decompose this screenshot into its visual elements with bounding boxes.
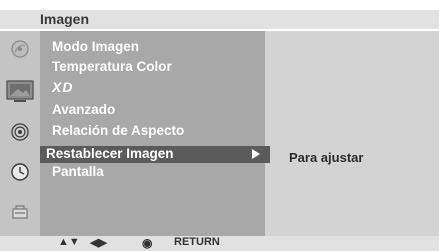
category-sidebar xyxy=(0,31,40,236)
menu-item-restablecer-imagen[interactable]: Restablecer Imagen xyxy=(40,146,270,163)
submenu-panel xyxy=(265,31,439,236)
menu-item-pantalla[interactable]: Pantalla xyxy=(52,164,104,179)
return-label: RETURN xyxy=(174,236,220,248)
menu-item-xd[interactable]: XD xyxy=(52,79,73,95)
menu-panel: Modo Imagen Temperatura Color XD Avanzad… xyxy=(40,31,265,236)
chevron-right-icon xyxy=(252,149,260,159)
menu-item-modo-imagen[interactable]: Modo Imagen xyxy=(52,39,139,54)
selected-item-label: Restablecer Imagen xyxy=(46,146,174,161)
clock-icon[interactable] xyxy=(7,160,33,184)
menu-item-relacion-aspecto[interactable]: Relación de Aspecto xyxy=(52,123,184,138)
header-bar: Imagen xyxy=(0,10,439,29)
submenu-hint: Para ajustar xyxy=(289,150,364,165)
osd-menu-screen: Imagen Modo Imagen Temperatura Color XD … xyxy=(0,0,439,251)
speaker-icon[interactable] xyxy=(7,120,33,144)
ok-button-icon: ◉ xyxy=(142,236,153,250)
footer-bar: ▲▼ ◀▶ ◉ RETURN xyxy=(0,236,439,251)
lock-icon[interactable] xyxy=(7,199,33,223)
picture-icon[interactable] xyxy=(4,76,36,106)
menu-item-avanzado[interactable]: Avanzado xyxy=(52,102,115,117)
satellite-dish-icon[interactable] xyxy=(7,37,33,61)
menu-title: Imagen xyxy=(40,11,90,27)
up-down-arrows-icon: ▲▼ xyxy=(58,236,80,248)
menu-item-temperatura-color[interactable]: Temperatura Color xyxy=(52,59,172,74)
left-right-arrows-icon: ◀▶ xyxy=(90,237,107,249)
